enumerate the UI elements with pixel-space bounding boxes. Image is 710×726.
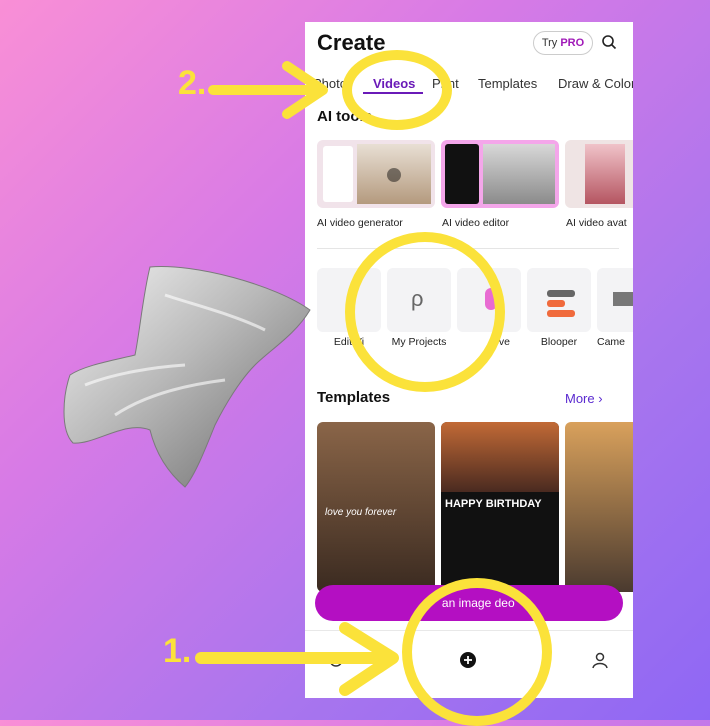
prompt-preview — [323, 146, 353, 202]
step-2-label: 2. — [178, 64, 207, 102]
person-thumbnail — [483, 144, 555, 204]
blooper-tool[interactable] — [527, 268, 591, 332]
more-label: More — [565, 391, 595, 406]
highlight-ring-projects — [345, 232, 505, 392]
more-link[interactable]: More › — [565, 391, 603, 406]
ai-video-generator-label: AI video generator — [317, 217, 403, 229]
pause-icon — [387, 168, 401, 182]
phone-preview — [445, 144, 479, 204]
ai-video-avatar-label: AI video avat — [566, 217, 627, 229]
blooper-label: Blooper — [540, 336, 578, 348]
birthday-text: HAPPY BIRTHDAY — [445, 498, 542, 510]
arrow-sticker — [63, 266, 311, 488]
ai-video-editor-label: AI video editor — [442, 217, 510, 229]
template-card-birthday[interactable]: HAPPY BIRTHDAY — [441, 422, 559, 592]
highlight-ring-videos — [342, 50, 452, 130]
try-label: Try — [541, 37, 558, 49]
search-icon[interactable] — [601, 34, 617, 50]
template-card-rooftop[interactable] — [565, 422, 633, 592]
avatar-thumbnail — [585, 144, 625, 204]
pro-label: PRO — [560, 37, 585, 49]
try-pro-button[interactable]: Try PRO — [533, 31, 593, 55]
camera-label: Came — [597, 336, 626, 348]
blooper-icon-bar — [547, 310, 575, 317]
step-1-label: 1. — [163, 632, 192, 670]
ai-video-avatar-card[interactable] — [565, 140, 633, 208]
ai-video-generator-card[interactable] — [317, 140, 435, 208]
arrow-step-2 — [208, 61, 328, 119]
profile-icon[interactable] — [591, 651, 609, 669]
party-photo — [441, 422, 559, 492]
camera-icon — [613, 292, 633, 306]
arrow-step-1 — [195, 622, 399, 696]
ai-video-editor-card[interactable] — [441, 140, 559, 208]
highlight-ring-create — [402, 578, 552, 726]
camera-tool[interactable] — [597, 268, 633, 332]
tab-draw-color[interactable]: Draw & Color — [558, 76, 633, 91]
love-script-text: love you forever — [325, 507, 397, 518]
blooper-icon — [547, 290, 575, 297]
tab-templates[interactable]: Templates — [478, 76, 537, 91]
blooper-icon-bar — [547, 300, 565, 307]
